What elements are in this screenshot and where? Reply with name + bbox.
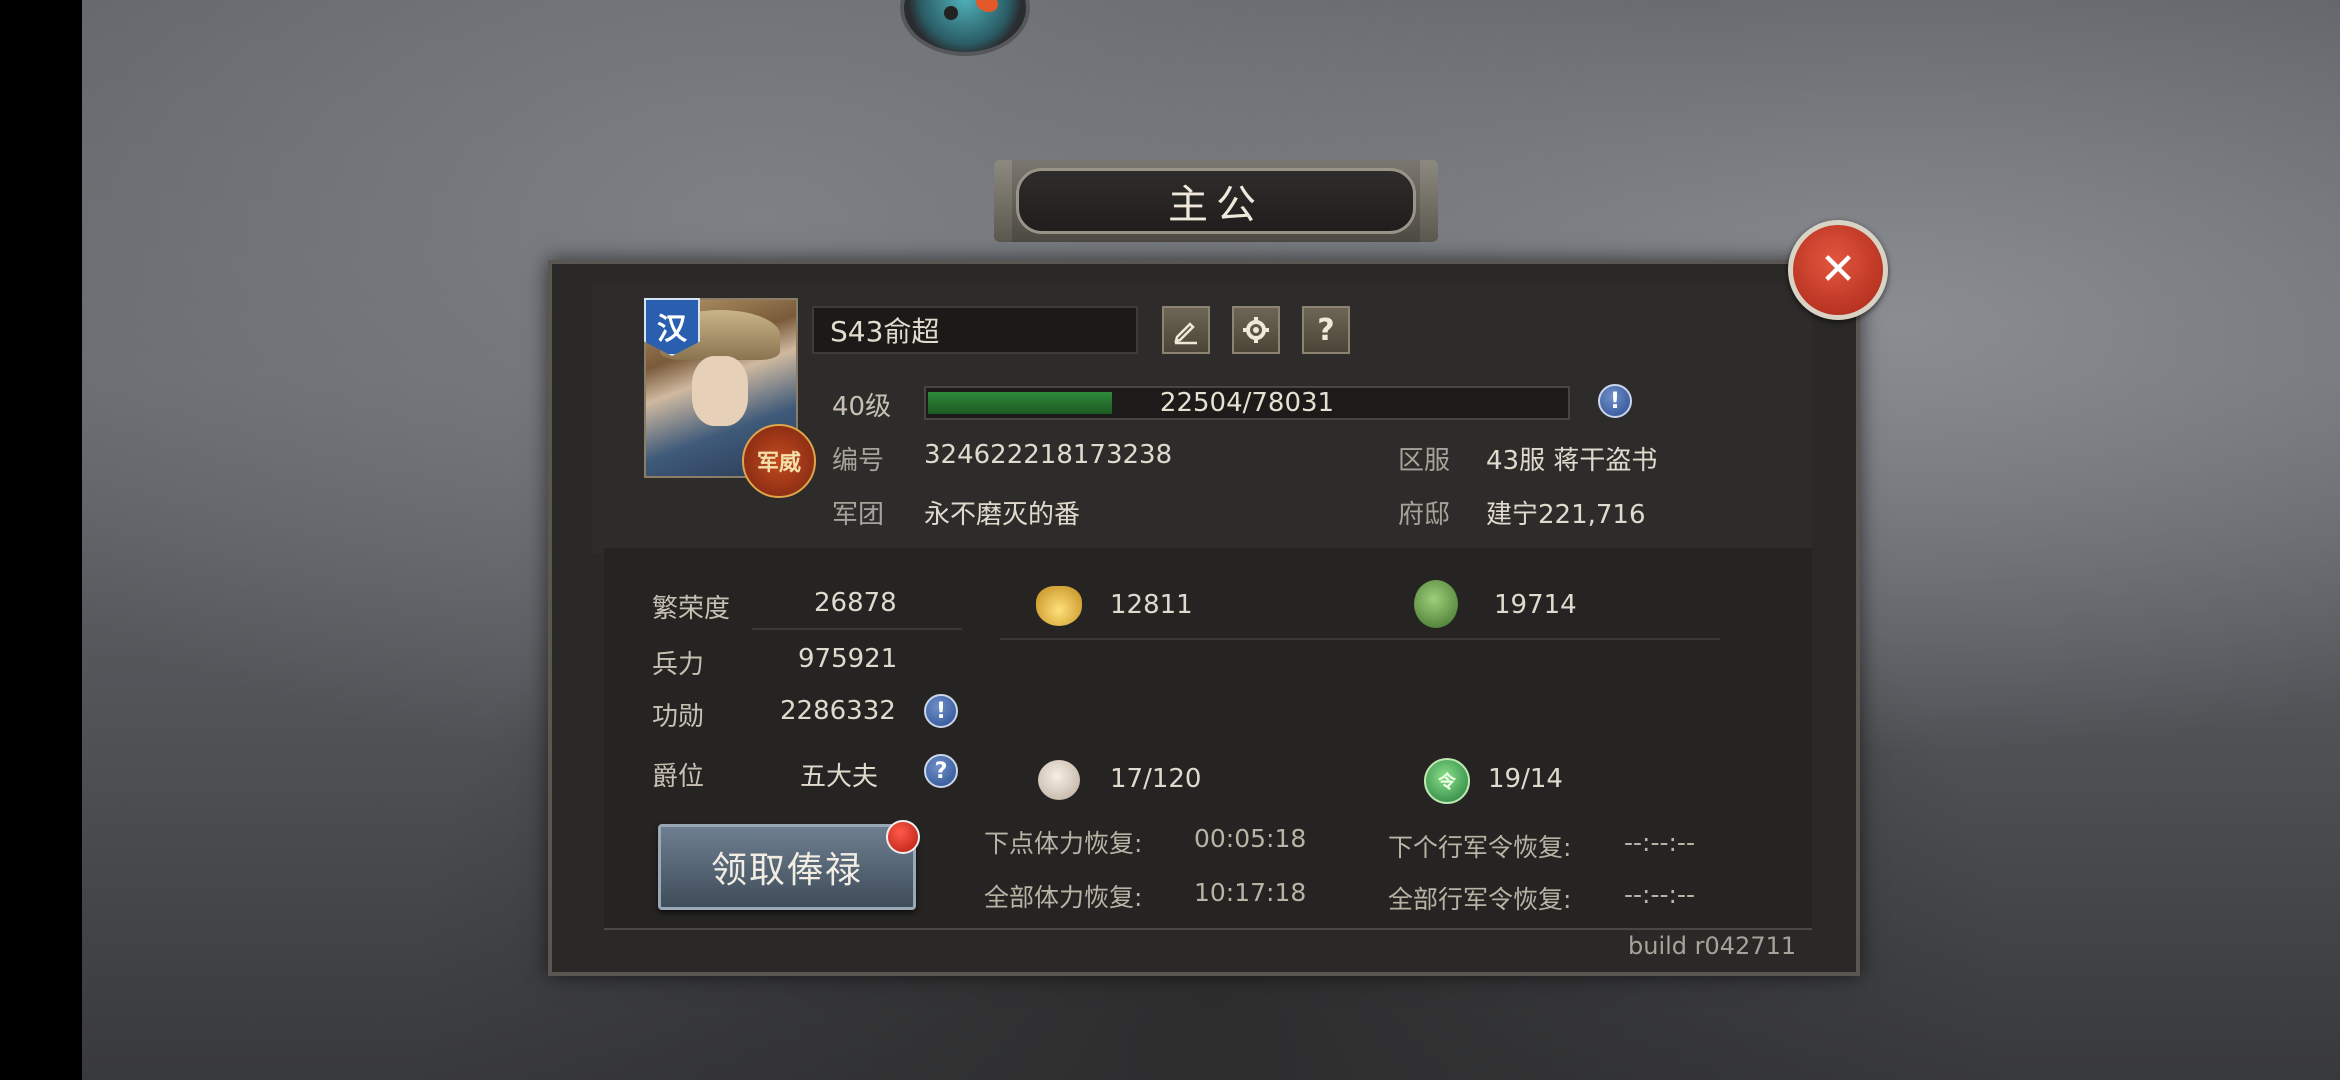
troops-value: 975921 (798, 644, 898, 674)
divider (1000, 638, 1720, 640)
next-order-value: --:--:-- (1624, 828, 1695, 857)
stamina-bun-icon (1038, 760, 1080, 800)
level-label: 40级 (832, 392, 892, 422)
settings-button[interactable] (1232, 306, 1280, 354)
event-icon-wing (976, 0, 998, 12)
jade-value: 19714 (1494, 590, 1577, 620)
nobility-value: 五大夫 (800, 762, 879, 792)
all-stamina-label: 全部体力恢复: (984, 883, 1143, 912)
id-label: 编号 (832, 446, 885, 476)
help-button[interactable]: ? (1302, 306, 1350, 354)
residence-label: 府邸 (1398, 500, 1451, 530)
build-version: build r042711 (1628, 932, 1797, 960)
pencil-icon (1174, 322, 1197, 345)
player-name-field: S43俞超 (812, 306, 1138, 354)
nobility-label: 爵位 (652, 762, 705, 792)
player-name: S43俞超 (830, 315, 940, 348)
help-icon: ? (1317, 312, 1335, 348)
divider (604, 928, 1812, 930)
divider (752, 628, 962, 630)
avatar-face (692, 356, 748, 426)
legion-label: 军团 (832, 500, 885, 530)
info-icon: ! (1609, 388, 1621, 414)
title-cap-right (1420, 160, 1438, 242)
all-stamina-value: 10:17:18 (1194, 878, 1307, 907)
info-icon: ! (935, 698, 947, 724)
gold-value: 12811 (1110, 590, 1193, 620)
next-stamina-value: 00:05:18 (1194, 824, 1307, 853)
title-plate: 主公 (994, 160, 1438, 242)
next-order-label: 下个行军令恢复: (1388, 833, 1572, 862)
merit-value: 2286332 (780, 696, 896, 726)
help-icon: ? (934, 758, 948, 784)
xp-bar: 22504/78031 (924, 386, 1570, 420)
jade-icon (1414, 580, 1458, 628)
all-order-value: --:--:-- (1624, 880, 1695, 909)
xp-text: 22504/78031 (1159, 388, 1335, 418)
claim-salary-button[interactable]: 领取俸禄 (658, 824, 916, 910)
march-orders-value: 19/14 (1488, 764, 1563, 794)
faction-label: 汉 (657, 312, 687, 347)
server-value: 43服 蒋干盗书 (1486, 446, 1658, 476)
troops-label: 兵力 (652, 650, 705, 680)
xp-info-button[interactable]: ! (1598, 384, 1632, 418)
letterbox (0, 0, 82, 1080)
edit-name-button[interactable] (1162, 306, 1210, 354)
close-button[interactable]: ✕ (1788, 220, 1888, 320)
gear-icon (1243, 317, 1269, 343)
merit-label: 功勋 (652, 702, 705, 732)
all-order-label: 全部行军令恢复: (1388, 885, 1572, 914)
prosperity-value: 26878 (814, 588, 897, 618)
nobility-help-button[interactable]: ? (924, 754, 958, 788)
march-order-glyph: 令 (1438, 772, 1456, 793)
id-value: 324622218173238 (924, 440, 1173, 470)
gold-ingot-icon (1036, 586, 1082, 626)
stamina-value: 17/120 (1110, 764, 1202, 794)
claim-salary-label: 领取俸禄 (710, 850, 863, 891)
close-icon: ✕ (1819, 244, 1857, 295)
title-cap-left (994, 160, 1012, 242)
title-inner: 主公 (1016, 168, 1416, 234)
legion-value[interactable]: 永不磨灭的番 (924, 494, 1080, 531)
rank-badge: 军威 (742, 424, 816, 498)
page-title: 主公 (1168, 182, 1264, 228)
notification-dot (886, 820, 920, 854)
march-order-icon: 令 (1424, 758, 1470, 804)
server-label: 区服 (1398, 446, 1451, 476)
prosperity-label: 繁荣度 (652, 594, 731, 624)
event-icon-eye (944, 6, 958, 20)
residence-value[interactable]: 建宁221,716 (1486, 494, 1646, 531)
next-stamina-label: 下点体力恢复: (984, 829, 1143, 858)
merit-info-button[interactable]: ! (924, 694, 958, 728)
rank-badge-label: 军威 (756, 451, 801, 476)
